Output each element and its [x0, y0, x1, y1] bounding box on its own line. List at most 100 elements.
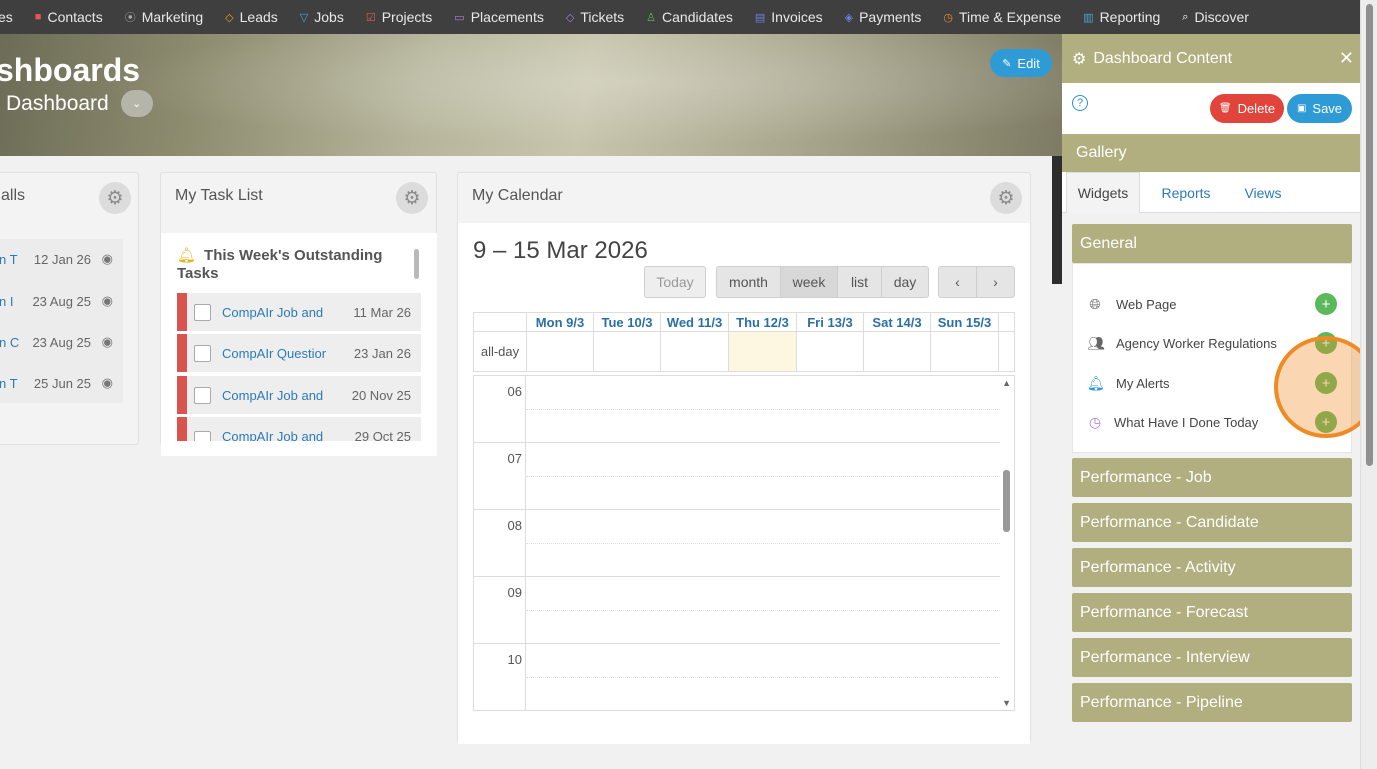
call-link[interactable]: n C: [0, 335, 19, 350]
nav-item-time-expense[interactable]: ◷ Time & Expense: [943, 9, 1061, 25]
nav-item-leads[interactable]: ◇ Leads: [225, 9, 278, 25]
section-general[interactable]: General: [1072, 224, 1352, 263]
close-icon[interactable]: ✕: [1339, 48, 1354, 69]
hour-slot[interactable]: 08: [474, 510, 1000, 577]
marketing-icon: ⦿: [124, 12, 136, 24]
eye-icon[interactable]: ◉: [102, 251, 113, 267]
all-day-cell[interactable]: [796, 332, 863, 371]
list-item[interactable]: CompAIr Questior 23 Jan 26: [177, 334, 421, 372]
next-button[interactable]: ›: [976, 266, 1015, 298]
day-header[interactable]: Mon 9/3: [526, 313, 593, 331]
week-view-button[interactable]: week: [780, 266, 838, 298]
task-checkbox[interactable]: [194, 386, 211, 404]
section-performance-activity[interactable]: Performance - Activity: [1072, 548, 1352, 587]
hour-slot[interactable]: 10: [474, 644, 1000, 710]
gear-icon[interactable]: ⚙: [990, 182, 1022, 214]
hour-slot[interactable]: 07: [474, 443, 1000, 510]
corner-cell: [474, 313, 526, 331]
list-item[interactable]: CompAIr Job and 20 Nov 25: [177, 376, 421, 414]
nav-item-invoices[interactable]: ▤ Invoices: [755, 9, 823, 25]
bell-icon: 🔔︎: [1087, 374, 1105, 391]
call-link[interactable]: n T: [0, 376, 18, 391]
day-view-button[interactable]: day: [881, 266, 929, 298]
nav-item-projects[interactable]: ☑ Projects: [366, 9, 432, 25]
leads-icon: ◇: [225, 11, 234, 24]
section-performance-job[interactable]: Performance - Job: [1072, 458, 1352, 497]
task-link[interactable]: CompAIr Job and: [222, 305, 332, 320]
scroll-up-icon[interactable]: ▲: [1002, 378, 1011, 388]
eye-icon[interactable]: ◉: [102, 293, 113, 309]
section-performance-candidate[interactable]: Performance - Candidate: [1072, 503, 1352, 542]
task-link[interactable]: CompAIr Job and: [222, 388, 332, 403]
gear-icon[interactable]: ⚙: [396, 182, 428, 214]
list-item[interactable]: CompAIr Job and 29 Oct 25: [177, 417, 421, 441]
delete-button[interactable]: 🗑︎ Delete: [1210, 94, 1284, 123]
half-hour-line: [526, 476, 1000, 477]
eye-icon[interactable]: ◉: [102, 334, 113, 350]
task-checkbox[interactable]: [194, 344, 211, 362]
hour-slot[interactable]: 09: [474, 577, 1000, 644]
day-header[interactable]: Wed 11/3: [660, 313, 728, 331]
scroll-down-icon[interactable]: ▼: [1002, 698, 1011, 708]
nav-item-contacts[interactable]: ■ Contacts: [35, 9, 103, 25]
today-button[interactable]: Today: [644, 266, 706, 298]
task-link[interactable]: CompAIr Job and: [222, 429, 332, 441]
add-widget-button[interactable]: +: [1315, 293, 1337, 315]
dashboard-selector[interactable]: Dashboard ⌄: [6, 90, 153, 117]
prev-button[interactable]: ‹: [938, 266, 977, 298]
chevron-down-icon[interactable]: ⌄: [120, 90, 153, 117]
bell-icon: 🔔︎: [177, 247, 197, 264]
nav-item-discover[interactable]: ⌕ Discover: [1182, 9, 1249, 25]
all-day-cell[interactable]: [660, 332, 728, 371]
save-button[interactable]: ▣ Save: [1287, 94, 1352, 123]
list-item[interactable]: n C 23 Aug 25 ◉: [0, 322, 123, 362]
call-link[interactable]: n T: [0, 252, 18, 267]
list-item[interactable]: n I 23 Aug 25 ◉: [0, 281, 123, 321]
hour-slot[interactable]: 06: [474, 376, 1000, 443]
section-performance-forecast[interactable]: Performance - Forecast: [1072, 593, 1352, 632]
help-icon[interactable]: ?: [1072, 95, 1088, 111]
page-scrollbar[interactable]: [1360, 0, 1377, 769]
day-header[interactable]: Sun 15/3: [930, 313, 998, 331]
day-header[interactable]: Fri 13/3: [796, 313, 863, 331]
list-view-button[interactable]: list: [837, 266, 882, 298]
section-performance-interview[interactable]: Performance - Interview: [1072, 638, 1352, 677]
edit-button[interactable]: ✎ Edit: [990, 49, 1052, 77]
day-header[interactable]: Sat 14/3: [863, 313, 930, 331]
list-item[interactable]: n T 12 Jan 26 ◉: [0, 239, 123, 279]
all-day-cell[interactable]: [526, 332, 593, 371]
month-view-button[interactable]: month: [716, 266, 781, 298]
tab-widgets[interactable]: Widgets: [1066, 172, 1140, 213]
tab-reports[interactable]: Reports: [1152, 172, 1220, 213]
task-checkbox[interactable]: [194, 303, 211, 321]
day-header[interactable]: Thu 12/3: [728, 313, 796, 331]
all-day-cell-today[interactable]: [728, 332, 796, 371]
banner-edge: [1052, 156, 1062, 284]
time-grid[interactable]: 06 07 08 09 10 ▲ ▼: [473, 375, 1015, 711]
scrollbar[interactable]: [414, 249, 419, 279]
list-item[interactable]: n T 25 Jun 25 ◉: [0, 363, 123, 403]
nav-item-candidates[interactable]: ♙ Candidates: [646, 9, 733, 25]
day-header[interactable]: Tue 10/3: [593, 313, 660, 331]
nav-item-placements[interactable]: ▭ Placements: [454, 9, 544, 25]
nav-item-payments[interactable]: ◈ Payments: [845, 9, 922, 25]
gear-icon[interactable]: ⚙: [99, 182, 131, 214]
nav-item-marketing[interactable]: ⦿ Marketing: [125, 9, 203, 25]
all-day-cell[interactable]: [593, 332, 660, 371]
nav-item-dashboards[interactable]: es: [0, 9, 13, 25]
eye-icon[interactable]: ◉: [102, 375, 113, 391]
scrollbar-thumb[interactable]: [1366, 4, 1373, 466]
list-item[interactable]: CompAIr Job and 11 Mar 26: [177, 293, 421, 331]
nav-item-tickets[interactable]: ◇ Tickets: [566, 9, 624, 25]
task-link[interactable]: CompAIr Questior: [222, 346, 332, 361]
tab-views[interactable]: Views: [1234, 172, 1292, 213]
task-checkbox[interactable]: [194, 431, 211, 441]
scrollbar-thumb[interactable]: [1003, 470, 1010, 532]
gallery-tabs: Widgets Reports Views: [1062, 172, 1360, 213]
nav-item-reporting[interactable]: ▥ Reporting: [1083, 9, 1160, 25]
all-day-cell[interactable]: [863, 332, 930, 371]
call-link[interactable]: n I: [0, 294, 13, 309]
section-performance-pipeline[interactable]: Performance - Pipeline: [1072, 683, 1352, 722]
nav-item-jobs[interactable]: ▽ Jobs: [300, 9, 344, 25]
all-day-cell[interactable]: [930, 332, 998, 371]
